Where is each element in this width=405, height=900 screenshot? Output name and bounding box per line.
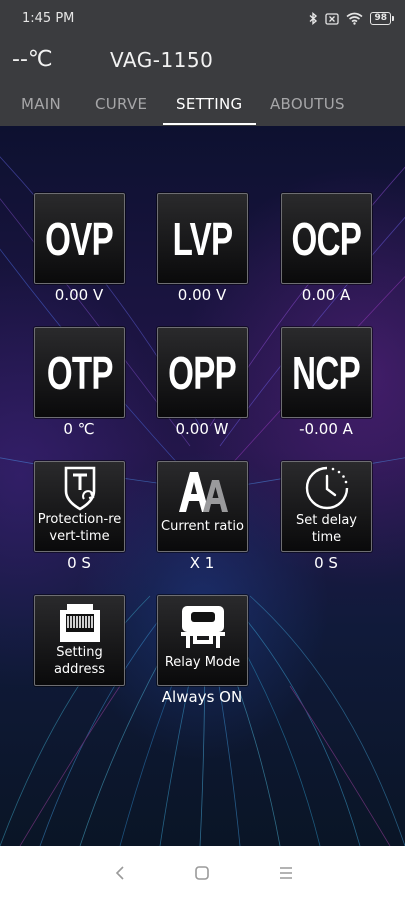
set-delay-time-caption-line2: time [311,530,342,545]
ovp-button[interactable]: OVP [34,193,125,284]
otp-label: OTP [46,346,114,399]
home-icon [195,866,209,880]
otp-button[interactable]: OTP [34,327,125,418]
current-ratio-button[interactable]: Current ratio [157,461,248,552]
lvp-value: 0.00 V [177,286,227,304]
tab-setting[interactable]: SETTING [176,82,242,126]
font-aa-icon [178,472,228,512]
home-button[interactable] [182,846,222,900]
relay-connector-icon [180,606,225,648]
ocp-label: OCP [291,212,362,265]
battery-level: 98 [370,12,391,25]
protection-revert-time-caption-line2: vert-time [49,529,110,544]
setting-address-button[interactable]: Setting address [34,595,125,686]
back-icon [115,866,124,880]
protection-revert-time-value: 0 S [67,554,91,572]
current-ratio-value: X 1 [189,554,215,572]
set-delay-time-button[interactable]: Set delay time [281,461,372,552]
back-button[interactable] [100,846,140,900]
temperature-readout: --℃ [12,47,53,72]
settings-panel: OVP 0.00 V LVP 0.00 V OCP 0.00 A OTP 0 ℃… [0,126,405,846]
tab-main[interactable]: MAIN [21,82,61,126]
sim-none-icon [325,12,340,25]
set-delay-time-caption-line1: Set delay [295,513,357,528]
ocp-button[interactable]: OCP [281,193,372,284]
status-time: 1:45 PM [22,11,75,26]
active-tab-indicator [163,123,256,125]
setting-address-caption-line1: Setting [56,645,103,660]
opp-button[interactable]: OPP [157,327,248,418]
opp-label: OPP [168,346,238,399]
ncp-label: NCP [292,346,361,399]
opp-value: 0.00 W [175,420,229,438]
ncp-button[interactable]: NCP [281,327,372,418]
tab-curve[interactable]: CURVE [95,82,147,126]
menu-icon [280,867,292,879]
setting-address-caption-line2: address [53,662,106,677]
ncp-value: -0.00 A [299,420,353,438]
relay-mode-caption: Relay Mode [164,655,241,670]
tab-bar: MAIN CURVE SETTING ABOUTUS [0,82,405,126]
relay-mode-value: Always ON [161,688,243,706]
protection-revert-time-caption-line1: Protection-re [37,512,122,527]
battery-icon: 98 [370,12,394,25]
ovp-label: OVP [45,212,115,265]
menu-button[interactable] [266,846,306,900]
lvp-label: LVP [172,212,234,265]
relay-mode-button[interactable]: Relay Mode [157,595,248,686]
ethernet-port-icon [59,604,100,642]
set-delay-time-value: 0 S [314,554,338,572]
ovp-value: 0.00 V [54,286,104,304]
status-bar: 1:45 PM 98 [0,0,405,37]
app-header: --℃ VAG-1150 [0,37,405,82]
lvp-button[interactable]: LVP [157,193,248,284]
protection-revert-icon [64,466,95,511]
protection-revert-time-button[interactable]: Protection-re vert-time [34,461,125,552]
ocp-value: 0.00 A [301,286,351,304]
tab-aboutus[interactable]: ABOUTUS [270,82,345,126]
otp-value: 0 ℃ [63,420,95,438]
device-model: VAG-1150 [110,47,214,72]
current-ratio-caption: Current ratio [161,519,244,534]
bluetooth-icon [309,12,318,25]
wifi-icon [346,12,363,25]
clock-icon [305,466,348,510]
system-nav-bar [0,846,405,900]
